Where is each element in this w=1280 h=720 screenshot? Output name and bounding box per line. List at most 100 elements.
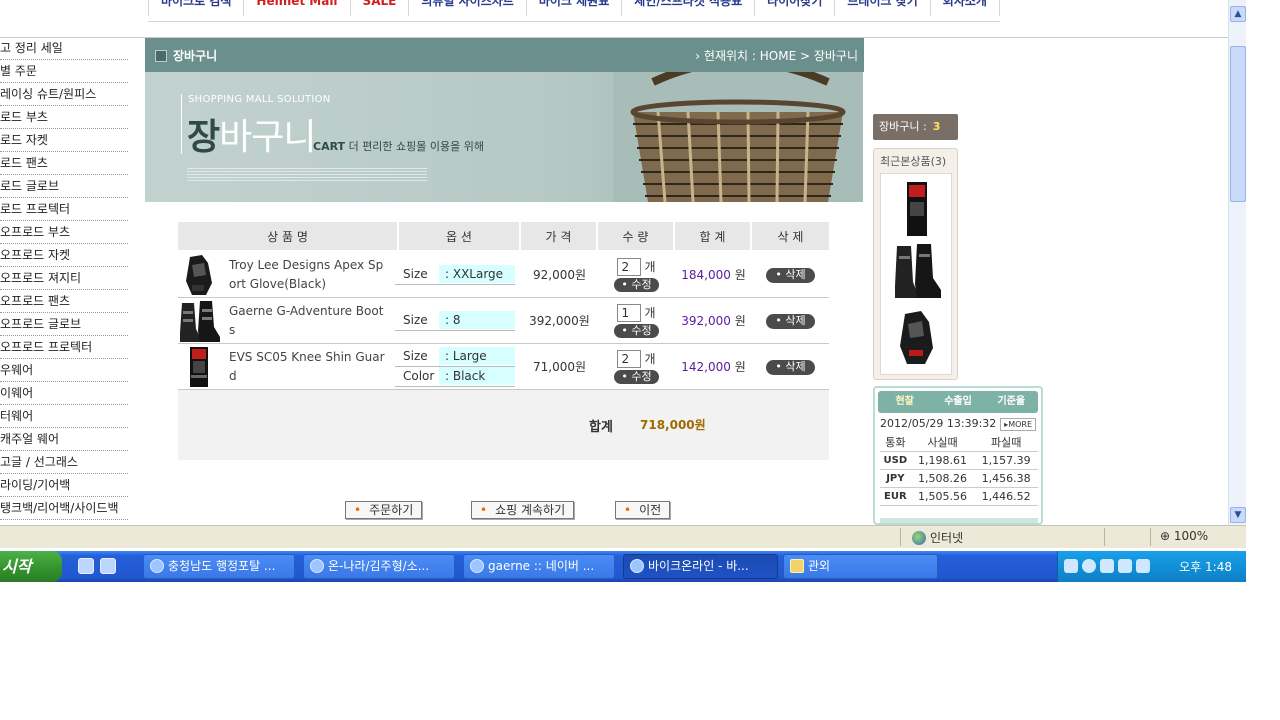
scroll-up-arrow-icon[interactable]: ▲ [1230, 6, 1246, 22]
category-link[interactable]: 라이딩/기어백 [0, 474, 128, 497]
update-button[interactable]: • 수정 [614, 369, 659, 384]
update-button[interactable]: • 수정 [614, 323, 659, 338]
scroll-down-arrow-icon[interactable]: ▼ [1230, 507, 1246, 523]
delete-button[interactable]: • 삭제 [766, 268, 815, 283]
category-link[interactable]: 이웨어 [0, 382, 128, 405]
banner-tagline-rest: 더 편리한 쇼핑몰 이용을 위해 [345, 140, 485, 153]
category-link[interactable]: 오프로드 팬츠 [0, 290, 128, 313]
sum-value: 392,000 [681, 314, 731, 328]
delete-button[interactable]: • 삭제 [766, 360, 815, 375]
category-link[interactable]: 로드 프로텍터 [0, 198, 128, 221]
rates-row: USD 1,198.61 1,157.39 [880, 451, 1038, 470]
option-value: : Large [439, 347, 515, 365]
recent-boots-thumbnail[interactable] [891, 242, 943, 300]
category-link[interactable]: 캐주얼 웨어 [0, 428, 128, 451]
update-button[interactable]: • 수정 [614, 277, 659, 292]
category-link[interactable]: 터웨어 [0, 405, 128, 428]
product-name[interactable]: EVS SC05 Knee Shin Guard [229, 348, 387, 386]
category-link[interactable]: 로드 팬츠 [0, 152, 128, 175]
start-button[interactable]: 시작 [0, 551, 62, 582]
boots-thumbnail[interactable] [178, 299, 220, 343]
top-nav-item[interactable]: SALE [351, 0, 410, 16]
banner-title: 장바구니 [187, 108, 317, 160]
option-cell: Size: XXLarge [395, 265, 521, 285]
cart-banner: SHOPPING MALL SOLUTION 장바구니 CART 더 편리한 쇼… [145, 72, 863, 202]
rates-header-buy: 사실때 [910, 433, 975, 452]
top-nav-item[interactable]: 체인/스프라켓 적용표 [622, 0, 756, 16]
cart-count-box[interactable]: 장바구니 : 3 [873, 114, 958, 140]
quantity-input[interactable]: 2 [617, 257, 642, 276]
category-link[interactable]: 로드 부츠 [0, 106, 128, 129]
top-nav-item[interactable]: 의류별 사이즈차트 [409, 0, 527, 16]
system-tray: 오후 1:48 [1057, 551, 1246, 582]
back-icon[interactable] [1082, 559, 1096, 573]
tab-cash[interactable]: 현찰 [878, 391, 931, 413]
ie-icon [310, 559, 324, 573]
qty-cell: 2개 • 수정 [598, 349, 675, 384]
security-icon[interactable] [1118, 559, 1132, 573]
taskbar-button[interactable]: 충청남도 행정포탈 ... [143, 554, 295, 579]
tab-trade[interactable]: 수출입 [931, 391, 984, 413]
desktop-icon[interactable] [78, 558, 94, 574]
category-link[interactable]: 오프로드 프로텍터 [0, 336, 128, 359]
bullet-icon: • [624, 503, 632, 517]
network-icon[interactable] [1064, 559, 1078, 573]
category-link[interactable]: 우웨어 [0, 359, 128, 382]
continue-shopping-button[interactable]: • 쇼핑 계속하기 [471, 501, 575, 519]
ie-icon[interactable] [100, 558, 116, 574]
top-nav-item[interactable]: 바이크 제원표 [527, 0, 623, 16]
category-link[interactable]: 탱크백/리어백/사이드백 [0, 497, 128, 520]
order-button[interactable]: • 주문하기 [345, 501, 423, 519]
scroll-thumb[interactable] [1230, 46, 1246, 202]
ie-icon [630, 559, 644, 573]
top-nav-item[interactable]: 회사소개 [931, 0, 1000, 16]
sell-rate: 1,446.52 [974, 487, 1038, 506]
top-nav-item[interactable]: 브레이크 찾기 [835, 0, 931, 16]
vertical-scrollbar[interactable]: ▲ ▼ [1228, 0, 1246, 525]
product-name[interactable]: Troy Lee Designs Apex Sport Glove(Black) [229, 256, 387, 294]
taskbar-button[interactable]: gaerne :: 네이버 ... [463, 554, 615, 579]
banner-fine-print [187, 167, 427, 181]
quantity-input[interactable]: 2 [617, 349, 642, 368]
taskbar-button[interactable]: 온-나라/김주형/소... [303, 554, 455, 579]
category-link[interactable]: 오프로드 부츠 [0, 221, 128, 244]
cart-count: 3 [932, 120, 941, 133]
category-link[interactable]: 고 정리 세일 [0, 37, 128, 60]
category-link[interactable]: 오프로드 글로브 [0, 313, 128, 336]
top-nav-item[interactable]: 바이크로 검색 [148, 0, 245, 16]
product-name[interactable]: Gaerne G-Adventure Boots [229, 302, 387, 340]
taskbar-button[interactable]: 관외 [783, 554, 938, 579]
quantity-unit: 개 [644, 352, 656, 366]
taskbar-button-label: 관외 [808, 559, 831, 573]
delete-button[interactable]: • 삭제 [766, 314, 815, 329]
top-nav-item[interactable]: Helmet Mall [244, 0, 351, 16]
previous-button[interactable]: • 이전 [615, 501, 671, 519]
folder-icon [790, 559, 804, 573]
recent-knee-guard-thumbnail[interactable] [891, 180, 943, 238]
glove-thumbnail[interactable] [178, 253, 220, 297]
zoom-level[interactable]: ⊕ 100% [1160, 529, 1208, 543]
taskbar-button-active[interactable]: 바이크온라인 - 바... [623, 554, 778, 579]
recent-glove-thumbnail[interactable] [891, 308, 943, 366]
rates-date: 2012/05/29 13:39:32 [880, 417, 997, 430]
category-link[interactable]: 레이싱 슈트/원피스 [0, 83, 128, 106]
clock: 오후 1:48 [1179, 560, 1232, 574]
taskbar-button-label: 바이크온라인 - 바... [648, 559, 749, 573]
quantity-input[interactable]: 1 [617, 303, 642, 322]
bulb-icon[interactable] [1100, 559, 1114, 573]
category-link[interactable]: 로드 자켓 [0, 129, 128, 152]
shield-icon[interactable] [1136, 559, 1150, 573]
category-link[interactable]: 로드 글로브 [0, 175, 128, 198]
category-link[interactable]: 오프로드 져지티 [0, 267, 128, 290]
category-link[interactable]: 고글 / 선그래스 [0, 451, 128, 474]
category-link[interactable]: 별 주문 [0, 60, 128, 83]
option-key: Color [403, 369, 435, 383]
more-button[interactable]: ▸MORE [1000, 418, 1036, 431]
top-nav-item[interactable]: 타이어찾기 [755, 0, 836, 16]
previous-button-label: 이전 [639, 503, 662, 517]
tab-base[interactable]: 기준율 [985, 391, 1038, 413]
sum-cell: 184,000 원 [675, 266, 752, 283]
knee-guard-thumbnail[interactable] [178, 345, 220, 389]
bullet-icon: • [354, 503, 362, 517]
category-link[interactable]: 오프로드 자켓 [0, 244, 128, 267]
